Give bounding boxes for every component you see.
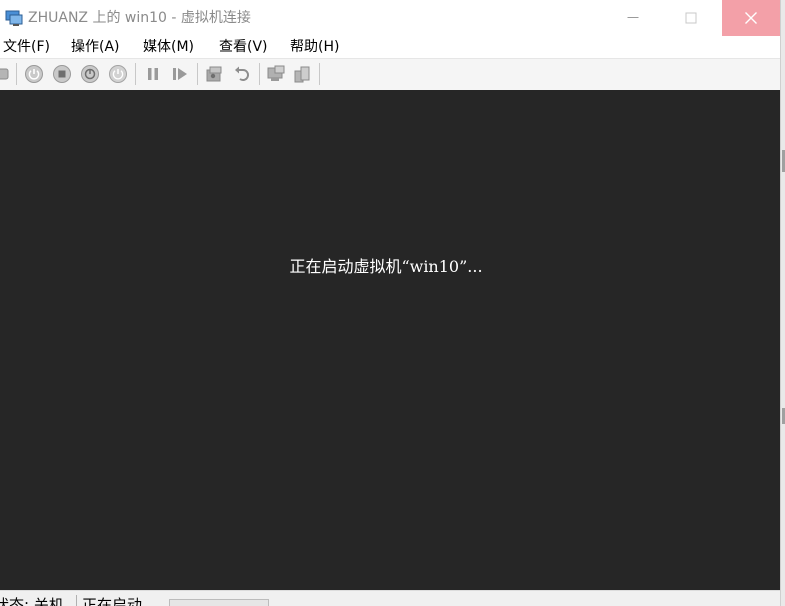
start-button[interactable]: [24, 64, 44, 84]
turn-off-button[interactable]: [52, 64, 72, 84]
vm-connection-app-icon: [5, 10, 23, 26]
menu-file[interactable]: 文件(F): [3, 36, 50, 58]
enhanced-session-button[interactable]: [266, 64, 286, 84]
ctrl-alt-del-button[interactable]: [0, 64, 12, 84]
vm-activity-text: 正在启动...: [82, 596, 157, 606]
minimize-icon: [627, 17, 639, 18]
toolbar-separator: [197, 63, 198, 85]
vm-display[interactable]: 正在启动虚拟机“win10”...: [0, 90, 780, 590]
checkpoint-button[interactable]: [204, 64, 224, 84]
vm-connection-window: ZHUANZ 上的 win10 - 虚拟机连接 文件(F) 操作(A) 媒体(M…: [0, 0, 780, 606]
toolbar-separator: [259, 63, 260, 85]
ctrl-alt-del-icon: [0, 68, 9, 80]
menu-help[interactable]: 帮助(H): [290, 36, 339, 58]
title-bar[interactable]: ZHUANZ 上的 win10 - 虚拟机连接: [0, 0, 780, 36]
shutdown-button[interactable]: [80, 64, 100, 84]
shutdown-icon: [81, 65, 99, 83]
status-bar: 状态: 关机 正在启动...: [0, 590, 780, 606]
progress-bar: [169, 599, 269, 606]
vm-state-text: 状态: 关机: [0, 596, 64, 606]
maximize-icon: [685, 12, 697, 24]
menu-view[interactable]: 查看(V): [219, 36, 268, 58]
window-title: ZHUANZ 上的 win10 - 虚拟机连接: [28, 10, 251, 26]
boot-status-message: 正在启动虚拟机“win10”...: [289, 257, 483, 276]
close-icon: [745, 12, 757, 24]
pause-icon: [148, 68, 158, 80]
enhanced-session-icon: [267, 65, 285, 81]
checkpoint-icon: [206, 66, 222, 82]
status-divider: [76, 595, 77, 606]
menu-action[interactable]: 操作(A): [71, 36, 120, 58]
share-icon: [294, 66, 310, 83]
toolbar-separator: [16, 63, 17, 85]
toolbar: [0, 58, 780, 90]
menu-bar: 文件(F) 操作(A) 媒体(M) 查看(V) 帮助(H): [0, 36, 780, 58]
resume-icon: [173, 68, 187, 80]
close-button[interactable]: [722, 0, 780, 36]
revert-icon: [235, 66, 249, 81]
save-state-button[interactable]: [108, 64, 128, 84]
maximize-button[interactable]: [668, 0, 714, 36]
turn-off-icon: [53, 65, 71, 83]
menu-media[interactable]: 媒体(M): [143, 36, 194, 58]
pause-button[interactable]: [143, 64, 163, 84]
share-button[interactable]: [292, 64, 312, 84]
start-icon: [25, 65, 43, 83]
resume-button[interactable]: [170, 64, 190, 84]
toolbar-separator: [319, 63, 320, 85]
revert-button[interactable]: [232, 64, 252, 84]
background-window-edge: [780, 0, 785, 606]
minimize-button[interactable]: [610, 0, 656, 36]
toolbar-separator: [135, 63, 136, 85]
save-icon: [109, 65, 127, 83]
